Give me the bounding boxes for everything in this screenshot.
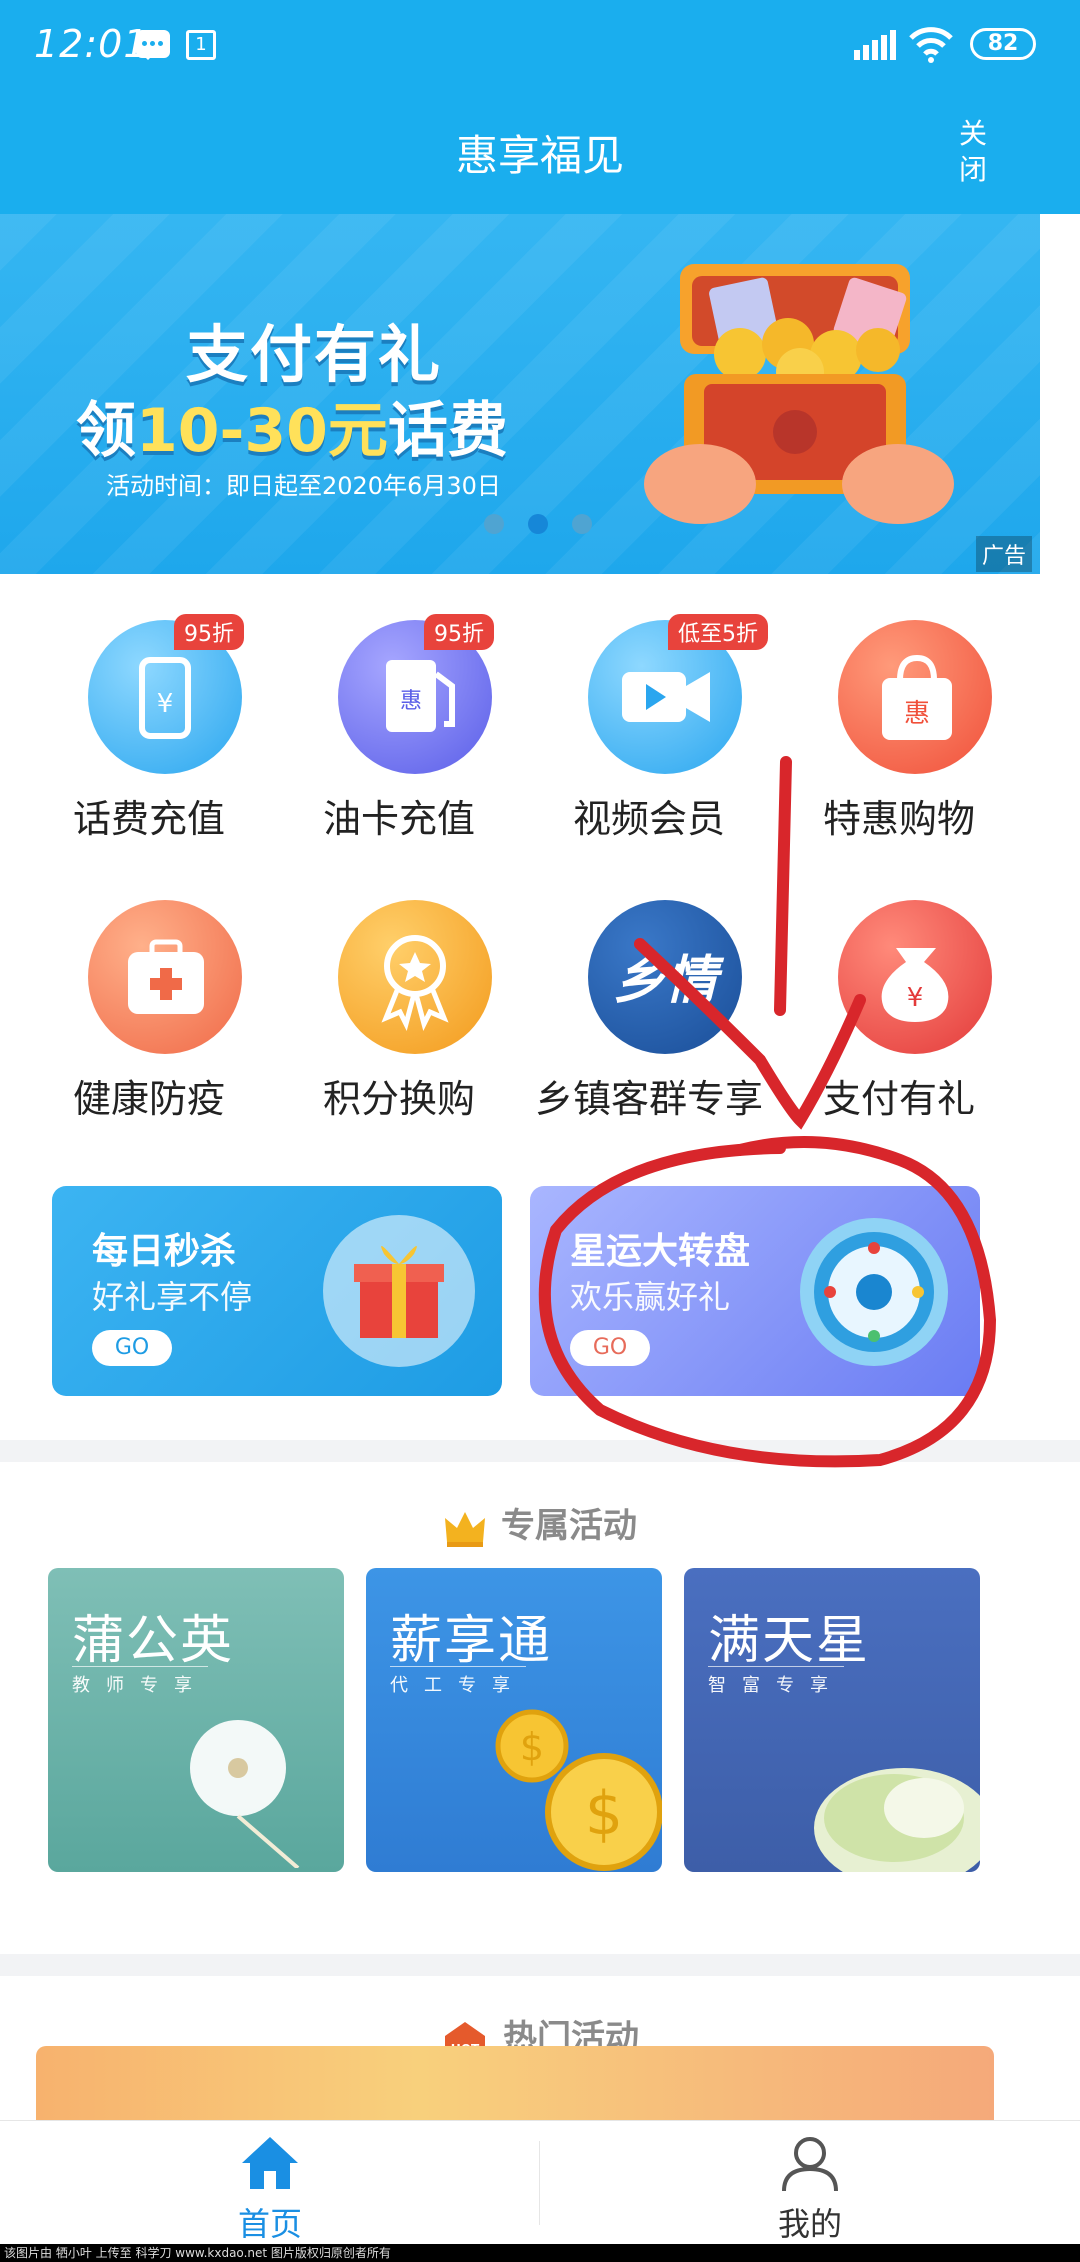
status-bar: 12:01 1 82 <box>0 0 1080 90</box>
promo-title: 每日秒杀 <box>92 1231 237 1272</box>
promo-flash-sale[interactable]: 每日秒杀 好礼享不停 GO <box>52 1186 502 1396</box>
battery-indicator: 82 <box>970 28 1036 60</box>
home-icon <box>242 2137 298 2189</box>
go-button[interactable]: GO <box>570 1330 650 1366</box>
exclusive-card-wealth[interactable]: 满天星 智富专享 <box>684 1568 980 1872</box>
exclusive-section-header: 专属活动 <box>0 1498 1080 1548</box>
bottom-nav: 首页 我的 <box>0 2120 1080 2244</box>
promo-title: 星运大转盘 <box>570 1231 751 1272</box>
carousel-dot[interactable] <box>572 514 592 534</box>
svg-text:惠: 惠 <box>904 699 930 729</box>
money-bag-icon: ¥ <box>881 948 949 1022</box>
crown-icon <box>445 1511 485 1547</box>
grid-item-township[interactable]: 乡情 乡镇客群专享 <box>524 880 774 1130</box>
svg-text:乡情: 乡情 <box>613 951 725 1011</box>
exclusive-card-title: 满天星 <box>708 1611 871 1671</box>
nav-tab-label: 我的 <box>777 2205 842 2243</box>
grid-item-fuel-recharge[interactable]: 惠 95折 油卡充值 <box>274 600 524 850</box>
grid-item-video-vip[interactable]: 低至5折 视频会员 <box>524 600 774 850</box>
banner-title: 支付有礼 <box>186 318 443 391</box>
top-bar: 12:01 1 82 惠享福见 关闭 <box>0 0 1080 214</box>
svg-text:$: $ <box>520 1725 544 1769</box>
grid-item-points-exchange[interactable]: 积分换购 <box>274 880 524 1130</box>
exclusive-card-title: 蒲公英 <box>72 1611 235 1671</box>
carousel-dot[interactable] <box>484 514 504 534</box>
ad-tag: 广告 <box>976 536 1033 572</box>
exclusive-card-teacher[interactable]: 蒲公英 教师专享 <box>48 1568 344 1872</box>
exclusive-card-title: 薪享通 <box>390 1611 553 1671</box>
banner-carousel[interactable]: 支付有礼 领10-30元话费 活动时间：即日起至2020年6月30日 广告 <box>0 214 1040 574</box>
banner-subtitle: 领10-30元话费 <box>76 382 508 469</box>
lucky-wheel-icon <box>800 1218 948 1366</box>
treasure-chest-image <box>644 264 954 524</box>
gift-box-icon <box>323 1215 475 1367</box>
promo-subtitle: 好礼享不停 <box>92 1278 253 1316</box>
shopping-bag-icon: 惠 <box>882 654 952 740</box>
nav-tab-label: 首页 <box>237 2205 302 2243</box>
svg-text:惠: 惠 <box>400 689 422 714</box>
go-button[interactable]: GO <box>92 1330 172 1366</box>
exclusive-card-worker[interactable]: 薪享通 代工专享 $ $ <box>366 1568 662 1872</box>
section-divider <box>0 1440 1080 1462</box>
grid-item-payment-gift[interactable]: ¥ 支付有礼 <box>774 880 1024 1130</box>
dandelion-image <box>190 1720 300 1868</box>
banner-subtitle-post: 话费 <box>387 396 508 466</box>
discount-badge: 95折 <box>424 614 494 650</box>
carousel-dot-active[interactable] <box>528 514 548 534</box>
grid-item-special-shopping[interactable]: 惠 特惠购物 <box>774 600 1024 850</box>
svg-text:¥: ¥ <box>157 689 174 719</box>
section-divider <box>0 1954 1080 1976</box>
exclusive-section-title: 专属活动 <box>501 1506 637 1546</box>
discount-badge: 低至5折 <box>668 614 768 650</box>
nav-tab-mine[interactable]: 我的 <box>540 2121 1080 2245</box>
coins-image: $ $ <box>495 1709 662 1871</box>
hot-activity-banner[interactable] <box>36 2046 994 2126</box>
wifi-icon <box>909 27 953 63</box>
signal-icon <box>854 30 896 60</box>
banner-subtitle-highlight: 10-30元 <box>136 396 388 466</box>
medical-kit-icon <box>128 939 204 1014</box>
xiangqing-logo-icon: 乡情 <box>613 951 725 1011</box>
award-medal-icon <box>381 935 449 1032</box>
flowers-image <box>814 1768 980 1872</box>
banner-subtitle-pre: 领 <box>76 396 136 466</box>
grid-item-label: 支付有礼 <box>822 1077 975 1121</box>
discount-badge: 95折 <box>174 614 244 650</box>
exclusive-card-subtitle: 教师专享 <box>72 1666 208 1697</box>
close-button[interactable]: 关闭 <box>952 116 994 188</box>
watermark-text: 该图片由 牺小叶 上传至 科学刀 www.kxdao.net 图片版权归原创者所… <box>0 2244 1080 2262</box>
status-time: 12:01 <box>34 22 149 66</box>
sim-icon: 1 <box>186 30 216 60</box>
exclusive-card-subtitle: 智富专享 <box>708 1666 844 1697</box>
carousel-indicator[interactable] <box>484 514 616 538</box>
message-icon <box>136 30 170 60</box>
grid-item-health[interactable]: 健康防疫 <box>24 880 274 1130</box>
page-title: 惠享福见 <box>455 131 624 180</box>
grid-item-label: 特惠购物 <box>822 797 975 841</box>
promo-lucky-wheel[interactable]: 星运大转盘 欢乐赢好礼 GO <box>530 1186 980 1396</box>
svg-text:¥: ¥ <box>907 983 924 1013</box>
svg-text:$: $ <box>585 1779 623 1849</box>
promo-subtitle: 欢乐赢好礼 <box>570 1278 731 1316</box>
grid-item-phone-recharge[interactable]: ¥ 95折 话费充值 <box>24 600 274 850</box>
nav-tab-home[interactable]: 首页 <box>0 2121 540 2245</box>
user-icon <box>782 2137 838 2192</box>
banner-date: 活动时间：即日起至2020年6月30日 <box>106 472 501 500</box>
